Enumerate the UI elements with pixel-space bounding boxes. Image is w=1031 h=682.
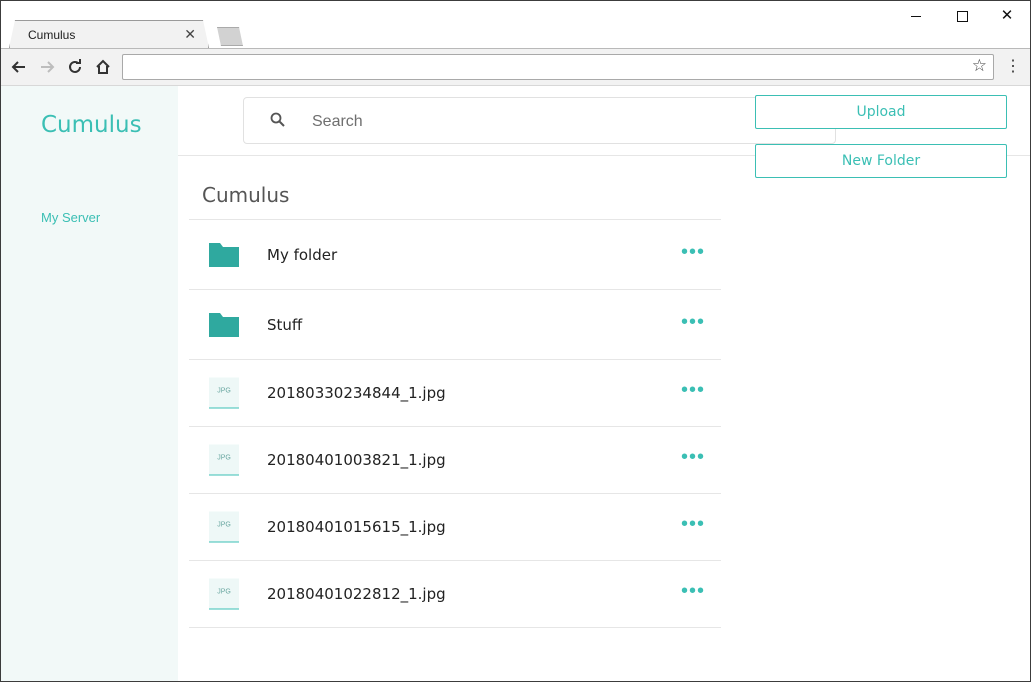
more-icon[interactable]: ••• [679, 312, 707, 333]
tab-close-icon[interactable]: ✕ [184, 26, 196, 43]
folder-icon [209, 312, 239, 337]
back-arrow-icon[interactable] [7, 55, 31, 79]
sidebar-item-my-server[interactable]: My Server [41, 210, 100, 225]
upload-button[interactable]: Upload [755, 95, 1007, 129]
more-icon[interactable]: ••• [679, 514, 707, 535]
item-name: 20180401022812_1.jpg [267, 585, 446, 603]
address-bar[interactable]: ☆ [122, 54, 994, 80]
browser-toolbar: ☆ ⋮ [1, 48, 1030, 86]
item-name: Stuff [267, 315, 303, 334]
more-icon[interactable]: ••• [679, 242, 707, 263]
item-name: 20180330234844_1.jpg [267, 384, 446, 402]
more-icon[interactable]: ••• [679, 581, 707, 602]
action-panel: Upload New Folder [755, 95, 1007, 193]
title-bar: Cumulus ✕ ✕ [1, 1, 1030, 48]
search-box[interactable] [243, 97, 836, 144]
menu-dots-icon[interactable]: ⋮ [1002, 55, 1024, 79]
jpg-file-icon: JPG [209, 444, 239, 476]
list-item[interactable]: JPG 20180330234844_1.jpg ••• [189, 360, 721, 427]
close-window-button[interactable]: ✕ [984, 5, 1030, 27]
more-icon[interactable]: ••• [679, 380, 707, 401]
maximize-icon [956, 10, 968, 22]
new-folder-button[interactable]: New Folder [755, 144, 1007, 178]
search-input[interactable] [310, 110, 814, 134]
list-item[interactable]: My folder ••• [189, 220, 721, 290]
item-name: 20180401003821_1.jpg [267, 451, 446, 469]
minimize-button[interactable] [893, 5, 939, 27]
page-title: Cumulus [202, 183, 290, 207]
jpg-file-icon: JPG [209, 377, 239, 409]
browser-window: Cumulus ✕ ✕ ☆ ⋮ Cumulus My Server Search… [0, 0, 1031, 682]
list-item[interactable]: Stuff ••• [189, 290, 721, 360]
minimize-icon [911, 15, 921, 17]
list-item[interactable]: JPG 20180401015615_1.jpg ••• [189, 494, 721, 561]
folder-icon [209, 242, 239, 267]
more-icon[interactable]: ••• [679, 447, 707, 468]
address-input[interactable] [129, 58, 953, 78]
tab-title: Cumulus [28, 28, 76, 42]
forward-arrow-icon[interactable] [35, 55, 59, 79]
sidebar: Cumulus My Server [1, 86, 178, 681]
list-item[interactable]: JPG 20180401022812_1.jpg ••• [189, 561, 721, 628]
new-tab-button[interactable] [217, 27, 243, 46]
brand-logo[interactable]: Cumulus [41, 112, 142, 138]
file-list: My folder ••• Stuff ••• JPG 201803302348… [189, 219, 721, 628]
reload-icon[interactable] [63, 55, 87, 79]
item-name: 20180401015615_1.jpg [267, 518, 446, 536]
list-item[interactable]: JPG 20180401003821_1.jpg ••• [189, 427, 721, 494]
browser-tab[interactable]: Cumulus ✕ [9, 20, 209, 48]
star-icon[interactable]: ☆ [972, 56, 987, 76]
maximize-button[interactable] [939, 5, 985, 27]
search-icon [270, 112, 285, 127]
item-name: My folder [267, 245, 338, 264]
jpg-file-icon: JPG [209, 578, 239, 610]
jpg-file-icon: JPG [209, 511, 239, 543]
home-icon[interactable] [91, 55, 115, 79]
